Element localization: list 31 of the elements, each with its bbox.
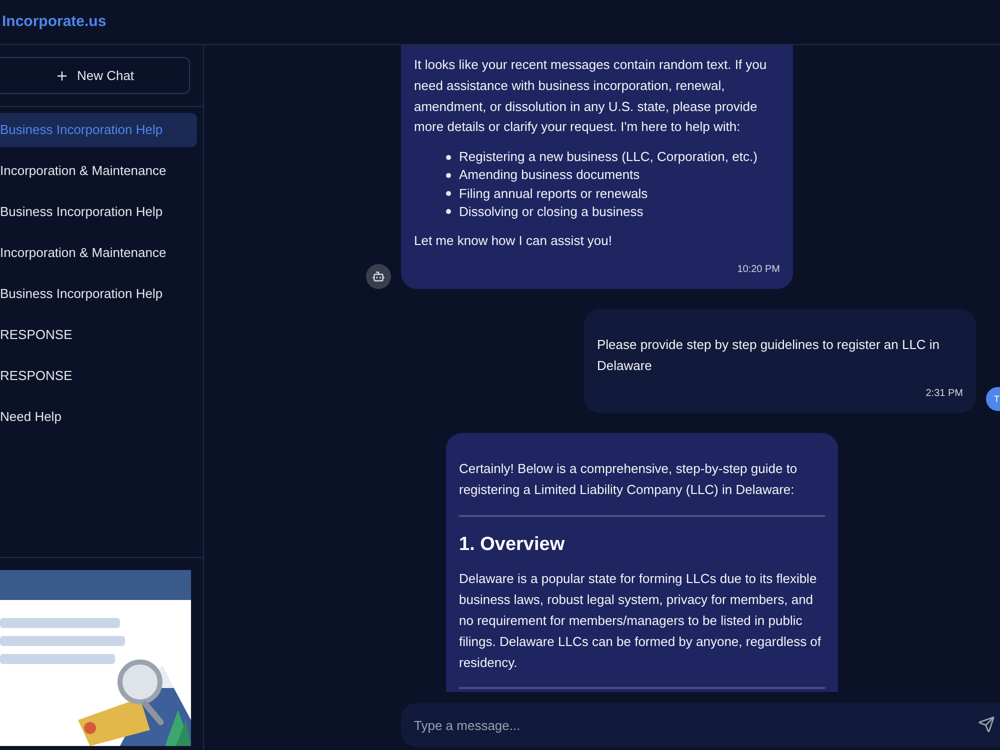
message-time: 10:20 PM	[737, 262, 780, 277]
chat-history-item[interactable]: Business Incorporation Help	[0, 277, 197, 311]
bullet-icon	[446, 209, 451, 214]
message-time: 2:31 PM	[926, 387, 963, 402]
list-item: Amending business documents	[459, 166, 640, 184]
new-chat-button[interactable]: New Chat	[0, 57, 190, 94]
app-title[interactable]: Incorporate.us	[2, 10, 106, 34]
list-item: Registering a new business (LLC, Corporation, etc.)	[459, 148, 758, 166]
list-item: Filing annual reports or renewals	[459, 184, 648, 203]
message-heading: 1. Overview	[459, 532, 566, 557]
chat-history-item[interactable]: RESPONSE	[0, 318, 197, 352]
send-icon[interactable]	[978, 716, 995, 733]
bullet-icon	[446, 172, 451, 178]
plus-icon	[54, 68, 69, 82]
message-text: Please provide step by step guidelines to register an LLC in Delaware	[597, 336, 941, 375]
bot-avatar-icon	[366, 264, 391, 289]
bullet-icon	[446, 154, 451, 160]
chat-history-item[interactable]: Business Incorporation Help	[0, 113, 197, 147]
bullet-icon	[446, 191, 451, 196]
user-avatar: T	[986, 387, 1000, 412]
chat-history-item[interactable]: Business Incorporation Help	[0, 195, 197, 229]
message-text: It looks like your recent messages contain random text. If you need assistance with business incorporation, renewal, amendment, or dissolution in any U.S. state, please provide more details or clarify your request. I'm here to help with:	[414, 56, 768, 136]
chat-history-item[interactable]: Incorporation & Maintenance	[0, 236, 197, 270]
message-text: Let me know how I can assist you!	[414, 232, 613, 250]
message-text: Certainly! Below is a comprehensive, step-by-step guide to registering a Limited Liability Company (LLC) in Delaware:	[459, 460, 798, 500]
chat-history-item[interactable]: Need Help	[0, 400, 197, 434]
message-text: Delaware is a popular state for forming LLCs due to its flexible business laws, robust legal system, privacy for members, and no requirement for members/managers to be listed in public filings. Delaware LLCs can be formed by anyone, regardless of residency.	[459, 570, 822, 672]
list-item: Dissolving or closing a business	[459, 202, 644, 221]
chat-history-item[interactable]: RESPONSE	[0, 359, 197, 393]
chat-history-item[interactable]: Incorporation & Maintenance	[0, 154, 197, 188]
message-input[interactable]: Type a message...	[401, 703, 1000, 747]
